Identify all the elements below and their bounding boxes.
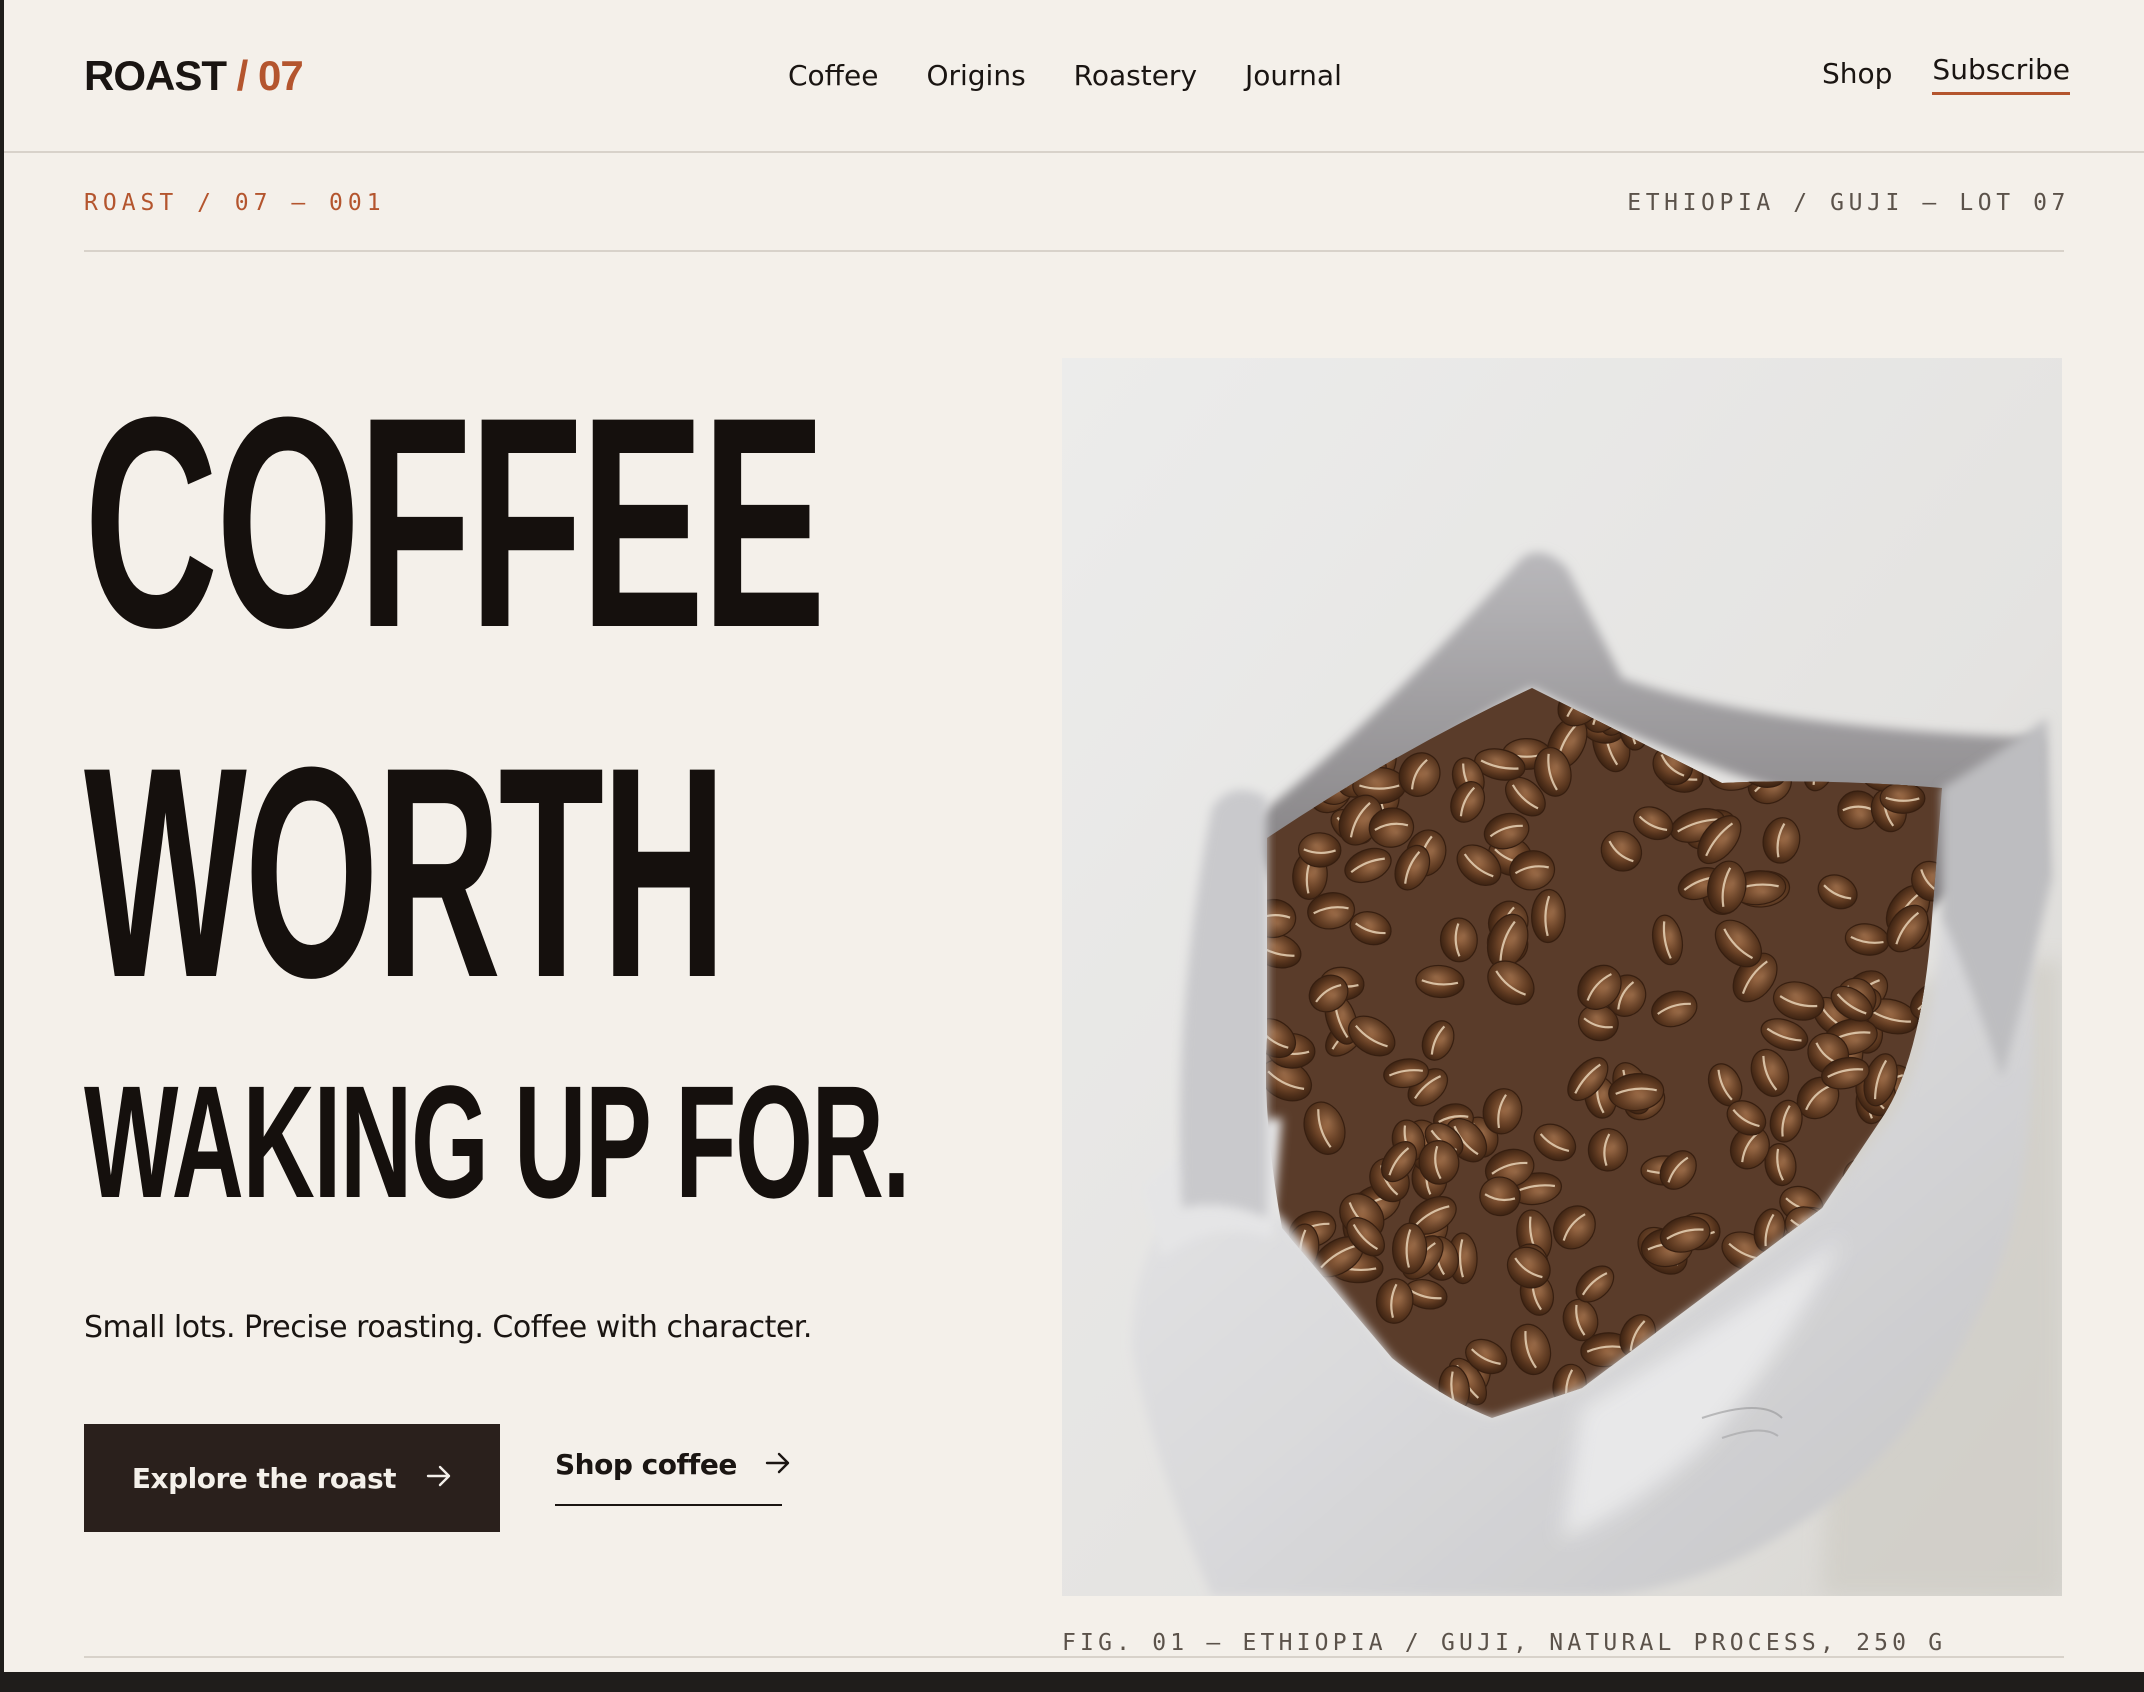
hero-photo: [1062, 358, 2062, 1596]
explore-roast-button[interactable]: Explore the roast: [84, 1424, 500, 1532]
nav-item-coffee[interactable]: Coffee: [788, 59, 878, 92]
site-header: ROAST / 07 Coffee Origins Roastery Journ…: [4, 0, 2144, 153]
page: ROAST / 07 Coffee Origins Roastery Journ…: [4, 0, 2144, 1672]
header-actions: Shop Subscribe: [1822, 53, 2070, 95]
coffee-bag-illustration: [1062, 358, 2062, 1596]
meta-divider: [84, 250, 2064, 252]
explore-roast-label: Explore the roast: [131, 1461, 397, 1495]
lot-label: ETHIOPIA / GUJI — LOT 07: [1627, 190, 2070, 216]
hero-headline-line-2: WORTH: [84, 704, 726, 1040]
arrow-right-icon: [765, 1452, 791, 1479]
shop-coffee-link[interactable]: Shop coffee: [555, 1448, 790, 1506]
subscribe-link[interactable]: Subscribe: [1932, 53, 2070, 95]
brand-logo[interactable]: ROAST / 07: [84, 52, 304, 100]
coffee-bean: [1879, 782, 1926, 814]
nav-item-roastery[interactable]: Roastery: [1074, 59, 1197, 92]
nav-item-journal[interactable]: Journal: [1245, 59, 1342, 92]
photo-caption: FIG. 01 — ETHIOPIA / GUJI, NATURAL PROCE…: [1062, 1630, 1947, 1656]
hero-headline-line-3: WAKING UP FOR.: [84, 1052, 910, 1231]
brand-separator: /: [226, 52, 259, 99]
hero-tagline: Small lots. Precise roasting. Coffee wit…: [84, 1310, 812, 1345]
brand-name: ROAST: [84, 52, 227, 99]
shop-coffee-label: Shop coffee: [555, 1448, 737, 1481]
brand-number: 07: [258, 52, 304, 99]
main-nav: Coffee Origins Roastery Journal: [788, 59, 1342, 92]
bottom-divider: [84, 1656, 2064, 1658]
shop-link[interactable]: Shop: [1822, 57, 1892, 90]
nav-item-origins[interactable]: Origins: [926, 59, 1025, 92]
hero-headline-line-1: COFFEE: [84, 354, 826, 690]
issue-label: ROAST / 07 — 001: [84, 190, 386, 216]
arrow-right-icon: [426, 1465, 452, 1492]
